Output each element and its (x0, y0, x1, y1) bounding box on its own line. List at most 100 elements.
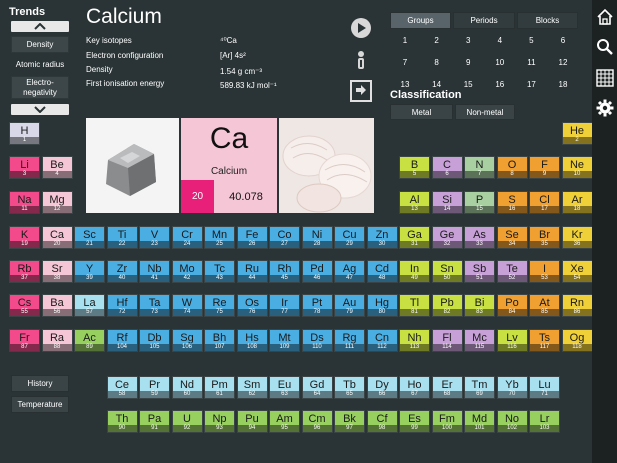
element-cell-mt[interactable]: Mt 109 (269, 329, 300, 352)
element-cell-xe[interactable]: Xe 54 (561, 260, 593, 283)
element-cell-sc[interactable]: Sc 21 (74, 226, 105, 249)
element-cell-as[interactable]: As 33 (464, 226, 495, 249)
element-cell-h[interactable]: H1 (9, 122, 40, 145)
swap-view-button[interactable] (350, 80, 372, 102)
group-button-11[interactable]: 11 (520, 55, 542, 70)
element-cell-fe[interactable]: Fe 26 (236, 226, 268, 249)
element-cell-pm[interactable]: Pm 61 (204, 376, 235, 399)
element-cell-sn[interactable]: Sn 50 (431, 260, 463, 283)
element-cell-c[interactable]: C6 (431, 156, 463, 179)
group-button-6[interactable]: 6 (552, 33, 574, 48)
element-cell-db[interactable]: Db 105 (139, 329, 170, 352)
element-cell-rb[interactable]: Rb 37 (9, 260, 40, 283)
table-view-button[interactable] (596, 69, 614, 87)
element-cell-ca[interactable]: Ca 20 (41, 226, 73, 249)
element-cell-he[interactable]: He 2 (561, 122, 593, 145)
element-cell-re[interactable]: Re 75 (204, 294, 235, 317)
trends-scroll-down[interactable] (11, 104, 69, 115)
element-cell-lv[interactable]: Lv 116 (496, 329, 528, 352)
element-cell-ta[interactable]: Ta 73 (139, 294, 170, 317)
element-cell-zr[interactable]: Zr 40 (106, 260, 138, 283)
element-cell-rh[interactable]: Rh 45 (269, 260, 300, 283)
element-cell-bk[interactable]: Bk 97 (334, 410, 365, 433)
home-button[interactable] (596, 8, 614, 26)
tab-blocks[interactable]: Blocks (517, 12, 578, 29)
element-cell-sb[interactable]: Sb 51 (464, 260, 495, 283)
element-cell-nb[interactable]: Nb 41 (139, 260, 170, 283)
element-cell-ce[interactable]: Ce 58 (106, 376, 138, 399)
element-cell-nh[interactable]: Nh 113 (399, 329, 430, 352)
element-cell-ir[interactable]: Ir 77 (269, 294, 300, 317)
group-button-7[interactable]: 7 (394, 55, 416, 70)
element-cell-be[interactable]: Be 4 (41, 156, 73, 179)
element-cell-k[interactable]: K 19 (9, 226, 40, 249)
element-cell-sm[interactable]: Sm 62 (236, 376, 268, 399)
element-cell-mc[interactable]: Mc 115 (464, 329, 495, 352)
element-cell-f[interactable]: F9 (529, 156, 560, 179)
element-cell-mo[interactable]: Mo 42 (171, 260, 203, 283)
play-button[interactable] (350, 17, 372, 39)
element-cell-pu[interactable]: Pu 94 (236, 410, 268, 433)
element-cell-se[interactable]: Se 34 (496, 226, 528, 249)
element-cell-ru[interactable]: Ru 44 (236, 260, 268, 283)
element-cell-hs[interactable]: Hs 108 (236, 329, 268, 352)
group-button-18[interactable]: 18 (552, 77, 574, 92)
element-cell-tl[interactable]: Tl 81 (399, 294, 430, 317)
element-cell-rg[interactable]: Rg 111 (334, 329, 365, 352)
trends-scroll-up[interactable] (11, 21, 69, 32)
element-cell-mn[interactable]: Mn 25 (204, 226, 235, 249)
group-button-16[interactable]: 16 (489, 77, 511, 92)
element-cell-ti[interactable]: Ti 22 (106, 226, 138, 249)
element-cell-kr[interactable]: Kr 36 (561, 226, 593, 249)
element-cell-at[interactable]: At 85 (529, 294, 560, 317)
element-cell-u[interactable]: U 92 (171, 410, 203, 433)
group-button-1[interactable]: 1 (394, 33, 416, 48)
element-cell-ga[interactable]: Ga 31 (399, 226, 430, 249)
element-cell-na[interactable]: Na 11 (9, 191, 40, 214)
element-cell-ba[interactable]: Ba 56 (41, 294, 73, 317)
element-cell-es[interactable]: Es 99 (399, 410, 430, 433)
element-cell-pt[interactable]: Pt 78 (301, 294, 333, 317)
element-cell-ac[interactable]: Ac 89 (74, 329, 105, 352)
element-cell-pr[interactable]: Pr 59 (139, 376, 170, 399)
element-cell-al[interactable]: Al 13 (399, 191, 430, 214)
element-cell-nd[interactable]: Nd 60 (171, 376, 203, 399)
group-button-4[interactable]: 4 (489, 33, 511, 48)
element-cell-v[interactable]: V 23 (139, 226, 170, 249)
element-cell-hg[interactable]: Hg 80 (366, 294, 398, 317)
element-cell-cs[interactable]: Cs 55 (9, 294, 40, 317)
element-cell-rf[interactable]: Rf 104 (106, 329, 138, 352)
element-cell-lr[interactable]: Lr 103 (529, 410, 560, 433)
element-cell-tc[interactable]: Tc 43 (204, 260, 235, 283)
element-cell-fl[interactable]: Fl 114 (431, 329, 463, 352)
element-cell-o[interactable]: O8 (496, 156, 528, 179)
element-cell-os[interactable]: Os 76 (236, 294, 268, 317)
element-cell-w[interactable]: W 74 (171, 294, 203, 317)
element-cell-no[interactable]: No 102 (496, 410, 528, 433)
element-cell-bi[interactable]: Bi 83 (464, 294, 495, 317)
element-cell-sg[interactable]: Sg 106 (171, 329, 203, 352)
element-cell-cl[interactable]: Cl 17 (529, 191, 560, 214)
group-button-2[interactable]: 2 (426, 33, 448, 48)
element-cell-lu[interactable]: Lu 71 (529, 376, 560, 399)
element-cell-pa[interactable]: Pa 91 (139, 410, 170, 433)
element-cell-zn[interactable]: Zn 30 (366, 226, 398, 249)
element-cell-cr[interactable]: Cr 24 (171, 226, 203, 249)
tab-groups[interactable]: Groups (390, 12, 451, 29)
element-cell-sr[interactable]: Sr 38 (41, 260, 73, 283)
element-cell-rn[interactable]: Rn 86 (561, 294, 593, 317)
trend-density[interactable]: Density (11, 36, 69, 53)
element-cell-s[interactable]: S 16 (496, 191, 528, 214)
element-cell-og[interactable]: Og 118 (561, 329, 593, 352)
element-cell-ho[interactable]: Ho 67 (399, 376, 430, 399)
element-cell-te[interactable]: Te 52 (496, 260, 528, 283)
element-cell-er[interactable]: Er 68 (431, 376, 463, 399)
element-cell-gd[interactable]: Gd 64 (301, 376, 333, 399)
group-button-8[interactable]: 8 (426, 55, 448, 70)
element-cell-ra[interactable]: Ra 88 (41, 329, 73, 352)
search-button[interactable] (596, 38, 614, 56)
element-cell-cu[interactable]: Cu 29 (334, 226, 365, 249)
element-cell-ne[interactable]: Ne 10 (561, 156, 593, 179)
element-cell-ts[interactable]: Ts 117 (529, 329, 560, 352)
element-cell-bh[interactable]: Bh 107 (204, 329, 235, 352)
